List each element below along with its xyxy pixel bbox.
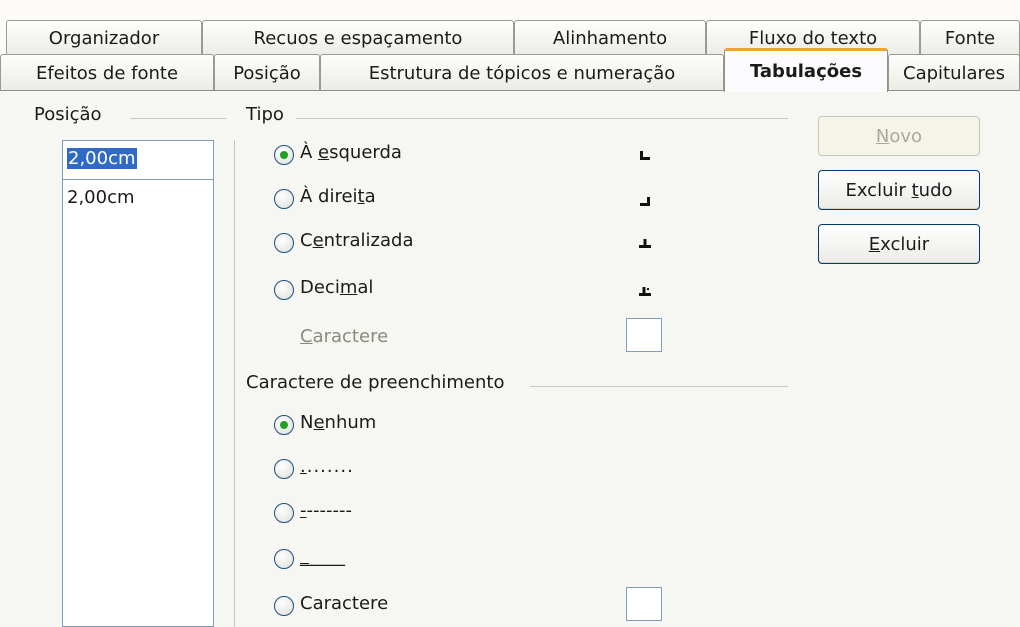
tab-label: Estrutura de tópicos e numeração	[368, 62, 676, 84]
opt-post: -------	[306, 500, 352, 521]
opt-post: aractere	[312, 326, 389, 347]
left-option-label[interactable]: À esquerda	[300, 142, 402, 163]
fill-rule	[530, 386, 788, 387]
opt-pre: Caractere	[300, 593, 389, 614]
right-option-label[interactable]: À direita	[300, 186, 376, 207]
btn-pre: Excluir	[845, 179, 912, 201]
opt-pre: N	[300, 412, 314, 433]
btn-mnemonic: N	[875, 125, 890, 147]
left-tab-icon	[640, 151, 650, 160]
opt-pre: C	[300, 230, 313, 251]
list-item[interactable]: 2,00cm	[67, 187, 135, 208]
tab-label: Capitulares	[903, 62, 1005, 84]
opt-pre: À	[300, 142, 319, 163]
right-tab-icon	[640, 197, 650, 206]
opt-post: nhum	[324, 412, 377, 433]
tab-recuos-espacamento[interactable]: Recuos e espaçamento	[202, 20, 514, 56]
opt-mnemonic: e	[312, 230, 324, 251]
tab-label: Fonte	[944, 28, 996, 49]
tab-estrutura-topicos-numeracao[interactable]: Estrutura de tópicos e numeração	[320, 54, 724, 91]
btn-mnemonic: t	[911, 179, 919, 201]
opt-mnemonic: _	[300, 546, 309, 567]
tab-tabulacoes[interactable]: Tabulações	[724, 48, 888, 92]
position-input-value: 2,00cm	[67, 148, 137, 169]
btn-post: xcluir	[880, 233, 930, 255]
opt-post: a	[364, 186, 376, 207]
opt-post: ntralizada	[323, 230, 414, 251]
tab-label: Organizador	[48, 28, 160, 49]
opt-mnemonic: .	[300, 456, 307, 477]
opt-pre: À direi	[300, 186, 358, 207]
btn-post: udo	[918, 179, 953, 201]
new-button[interactable]: Novo	[818, 116, 980, 156]
position-label: Posição	[34, 104, 108, 125]
opt-post: .......	[306, 456, 354, 477]
center-option-label[interactable]: Centralizada	[300, 230, 414, 251]
position-rule	[130, 118, 226, 119]
tab-fonte[interactable]: Fonte	[920, 20, 1020, 56]
fill-dashes-label[interactable]: --------	[300, 500, 352, 521]
decimal-tab-icon	[639, 287, 651, 296]
decimal-option-label[interactable]: Decimal	[300, 277, 373, 298]
fill-character-input[interactable]	[626, 587, 662, 621]
opt-mnemonic: e	[313, 412, 325, 433]
opt-mnemonic: t	[357, 186, 365, 207]
fill-line-label[interactable]: _____	[300, 546, 345, 567]
tab-label: Tabulações	[749, 61, 863, 82]
fill-dots-radio[interactable]	[274, 459, 294, 479]
opt-pre: Deci	[300, 277, 340, 298]
center-radio[interactable]	[274, 233, 294, 253]
fill-line-radio[interactable]	[274, 549, 294, 569]
btn-mnemonic: E	[868, 233, 881, 255]
separator	[234, 140, 235, 627]
btn-post: ovo	[889, 125, 923, 147]
position-list[interactable]: 2,00cm	[62, 140, 214, 627]
delete-all-button[interactable]: Excluir t udo	[818, 170, 980, 210]
opt-mnemonic: e	[318, 142, 330, 163]
fill-dashes-radio[interactable]	[274, 503, 294, 523]
tab-label: Alinhamento	[552, 28, 668, 49]
type-label: Tipo	[246, 104, 290, 125]
right-radio[interactable]	[274, 189, 294, 209]
opt-post: squerda	[329, 142, 402, 163]
character-input[interactable]	[626, 318, 662, 352]
tab-posicao[interactable]: Posição	[214, 54, 320, 91]
type-rule	[296, 118, 788, 119]
tab-capitulares[interactable]: Capitulares	[888, 54, 1020, 91]
fill-label: Caractere de preenchimento	[246, 372, 511, 393]
opt-post: ____	[309, 546, 345, 567]
tab-alinhamento[interactable]: Alinhamento	[514, 20, 706, 56]
tab-label: Recuos e espaçamento	[253, 28, 463, 49]
tab-efeitos-de-fonte[interactable]: Efeitos de fonte	[0, 54, 214, 91]
tab-organizador[interactable]: Organizador	[6, 20, 202, 56]
character-label: Caractere	[300, 326, 388, 347]
fill-dots-label[interactable]: ........	[300, 456, 354, 477]
decimal-radio[interactable]	[274, 280, 294, 300]
opt-mnemonic: m	[339, 277, 358, 298]
fill-none-radio[interactable]	[274, 415, 294, 435]
tab-label: Posição	[233, 62, 301, 84]
opt-mnemonic: C	[300, 326, 313, 347]
tab-label: Efeitos de fonte	[35, 62, 179, 84]
opt-post: al	[357, 277, 374, 298]
tab-label: Fluxo do texto	[748, 28, 878, 49]
left-radio[interactable]	[274, 145, 294, 165]
center-tab-icon	[639, 239, 651, 248]
delete-button[interactable]: Excluir	[818, 224, 980, 264]
position-input[interactable]: 2,00cm	[62, 140, 214, 180]
fill-character-label[interactable]: Caractere	[300, 593, 388, 614]
fill-character-radio[interactable]	[274, 596, 294, 616]
fill-none-label[interactable]: Nenhum	[300, 412, 376, 433]
